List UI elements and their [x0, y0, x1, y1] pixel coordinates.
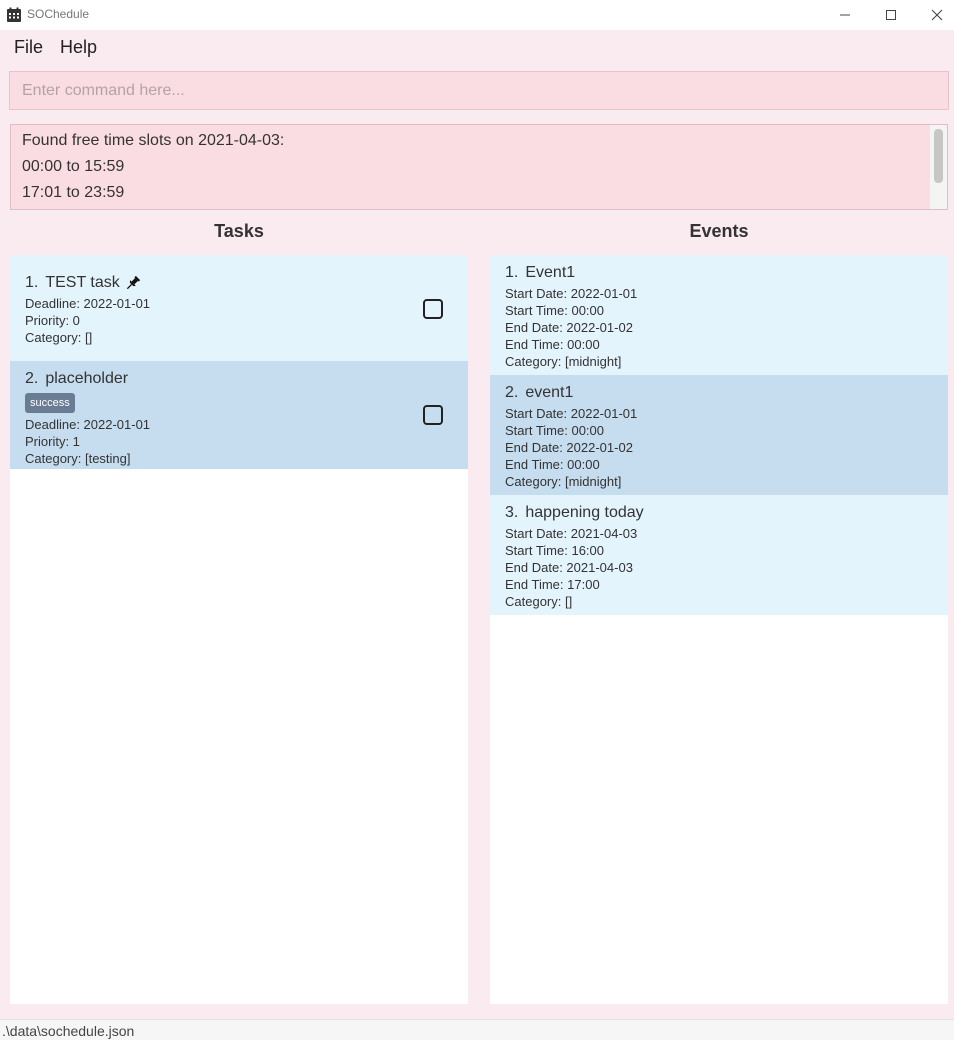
- event-index: 1.: [505, 264, 519, 281]
- close-icon: [931, 9, 943, 21]
- task-done-checkbox[interactable]: [423, 299, 443, 319]
- minimize-button[interactable]: [822, 0, 868, 30]
- result-display[interactable]: Found free time slots on 2021-04-03: 00:…: [10, 124, 948, 210]
- command-input[interactable]: [9, 71, 949, 110]
- event-end-time: End Time: 00:00: [505, 337, 600, 352]
- event-start-time: Start Time: 00:00: [505, 303, 604, 318]
- task-name: placeholder: [45, 370, 129, 387]
- status-bar: .\data\sochedule.json: [0, 1019, 954, 1040]
- event-card[interactable]: 1. Event1 Start Date: 2022-01-01 Start T…: [490, 255, 948, 375]
- menu-bar: File Help: [0, 30, 954, 66]
- task-index: 2.: [25, 370, 39, 387]
- event-start-time: Start Time: 16:00: [505, 543, 604, 558]
- task-card[interactable]: 2. placeholder success Deadline: 2022-01…: [10, 361, 468, 469]
- task-card[interactable]: 1. TEST task Deadline: 2022-01-01 Priori…: [10, 255, 468, 361]
- title-bar: SOChedule: [0, 0, 954, 30]
- close-button[interactable]: [914, 0, 954, 30]
- event-end-time: End Time: 17:00: [505, 577, 600, 592]
- event-start-date: Start Date: 2021-04-03: [505, 526, 638, 541]
- app-window: File Help Found free time slots on 2021-…: [0, 30, 954, 1040]
- maximize-button[interactable]: [868, 0, 914, 30]
- event-end-date: End Date: 2022-01-02: [505, 320, 633, 335]
- result-line: 17:01 to 23:59: [22, 184, 125, 201]
- task-category: Category: []: [25, 330, 93, 345]
- tasks-heading: Tasks: [214, 221, 264, 241]
- window-title: SOChedule: [27, 7, 90, 21]
- scrollbar-thumb[interactable]: [934, 129, 943, 183]
- event-category: Category: [midnight]: [505, 354, 622, 369]
- task-header: 1. TEST task: [25, 271, 468, 295]
- save-location: .\data\sochedule.json: [2, 1023, 135, 1039]
- event-card[interactable]: 2. event1 Start Date: 2022-01-01 Start T…: [490, 375, 948, 495]
- event-list[interactable]: 1. Event1 Start Date: 2022-01-01 Start T…: [490, 255, 948, 1004]
- task-index: 1.: [25, 274, 39, 291]
- minimize-icon: [840, 14, 850, 16]
- maximize-icon: [886, 10, 896, 20]
- event-index: 3.: [505, 504, 519, 521]
- event-header: 2. event1: [505, 381, 948, 405]
- event-name: event1: [525, 384, 574, 401]
- event-index: 2.: [505, 384, 519, 401]
- event-name: Event1: [525, 264, 576, 281]
- result-line: 00:00 to 15:59: [22, 158, 125, 175]
- task-name: TEST task: [45, 274, 120, 291]
- task-priority: Priority: 1: [25, 434, 80, 449]
- event-end-time: End Time: 00:00: [505, 457, 600, 472]
- task-done-checkbox[interactable]: [423, 405, 443, 425]
- event-header: 1. Event1: [505, 261, 948, 285]
- task-list[interactable]: 1. TEST task Deadline: 2022-01-01 Priori…: [10, 255, 468, 1004]
- task-tag: success: [25, 393, 75, 413]
- event-card[interactable]: 3. happening today Start Date: 2021-04-0…: [490, 495, 948, 615]
- event-header: 3. happening today: [505, 501, 948, 525]
- pin-icon: [126, 275, 140, 290]
- task-deadline: Deadline: 2022-01-01: [25, 296, 151, 311]
- task-deadline: Deadline: 2022-01-01: [25, 417, 151, 432]
- events-heading: Events: [689, 221, 749, 241]
- result-scrollbar[interactable]: [930, 125, 947, 209]
- result-line: Found free time slots on 2021-04-03:: [22, 132, 285, 149]
- event-start-time: Start Time: 00:00: [505, 423, 604, 438]
- event-start-date: Start Date: 2022-01-01: [505, 406, 638, 421]
- menu-help[interactable]: Help: [60, 37, 97, 58]
- calendar-icon: [7, 7, 21, 22]
- task-header: 2. placeholder: [25, 367, 468, 391]
- event-start-date: Start Date: 2022-01-01: [505, 286, 638, 301]
- event-category: Category: []: [505, 594, 573, 609]
- task-priority: Priority: 0: [25, 313, 80, 328]
- event-end-date: End Date: 2022-01-02: [505, 440, 633, 455]
- event-name: happening today: [525, 504, 644, 521]
- event-category: Category: [midnight]: [505, 474, 622, 489]
- task-category: Category: [testing]: [25, 451, 131, 466]
- menu-file[interactable]: File: [14, 37, 43, 58]
- event-end-date: End Date: 2021-04-03: [505, 560, 633, 575]
